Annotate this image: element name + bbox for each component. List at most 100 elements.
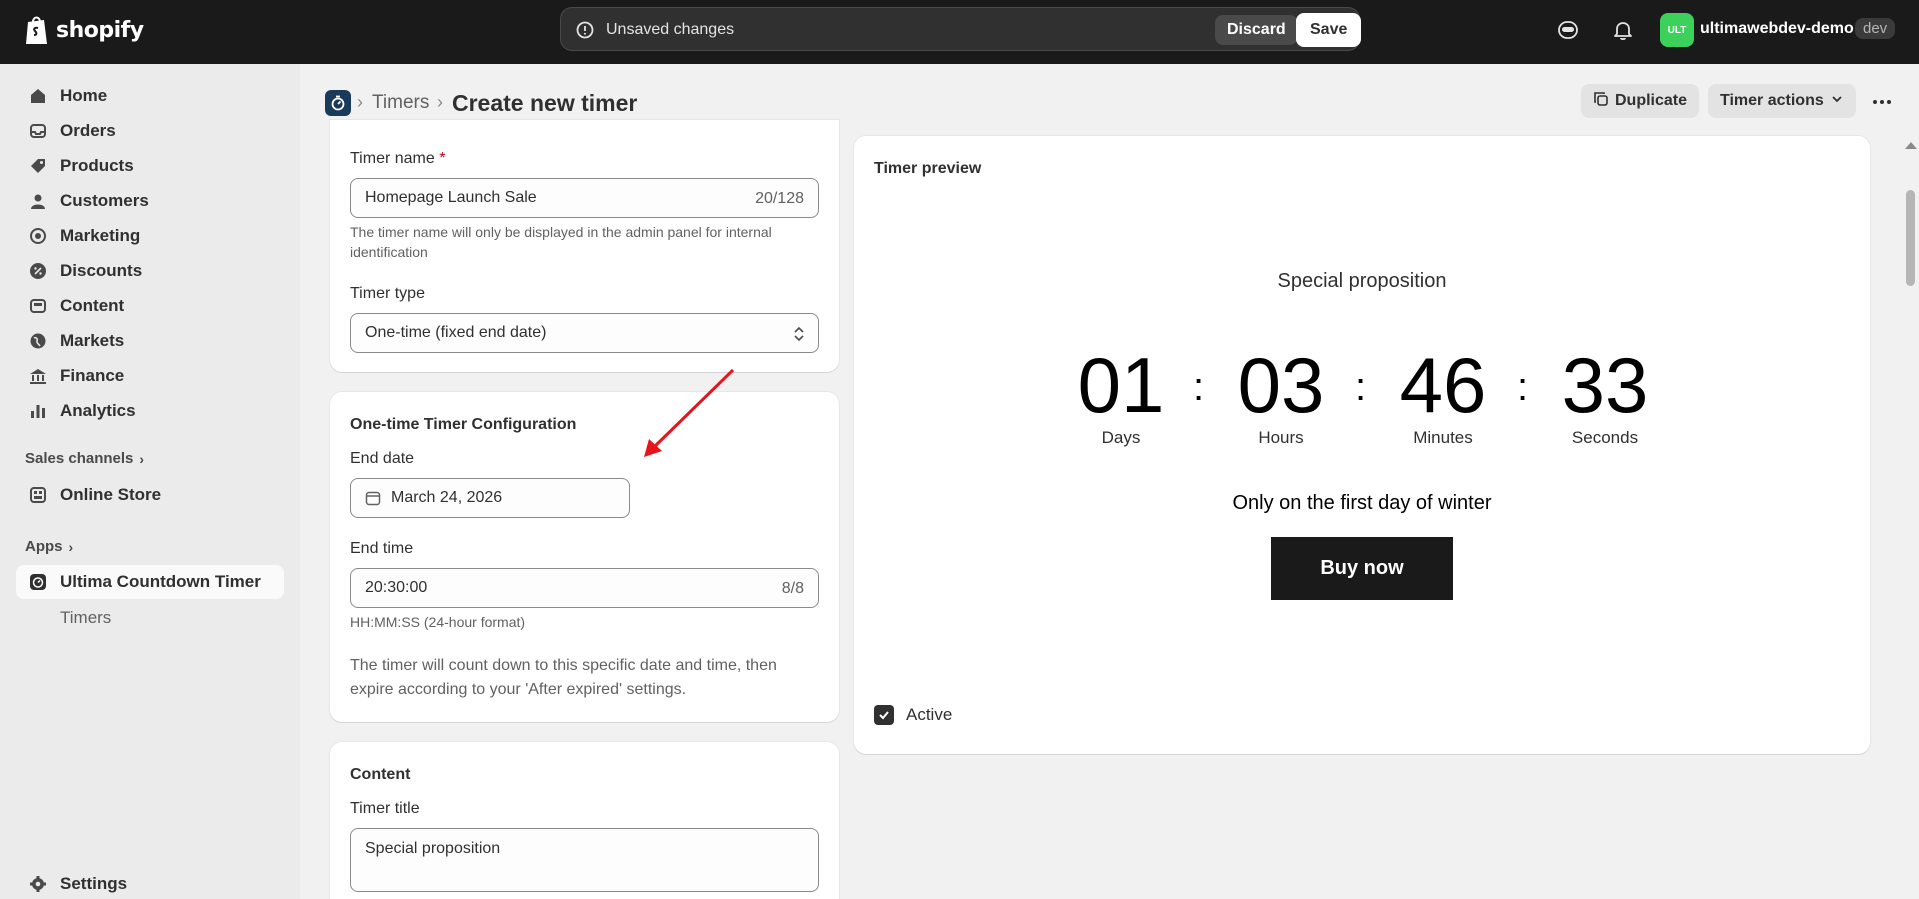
countdown-hours: 03 xyxy=(1237,341,1325,429)
save-button[interactable]: Save xyxy=(1296,13,1362,47)
active-toggle[interactable]: Active xyxy=(874,705,952,725)
more-actions-button[interactable] xyxy=(1866,88,1898,116)
chevron-right-icon: › xyxy=(68,538,74,555)
sidebar-item-settings[interactable]: Settings xyxy=(16,867,284,899)
target-icon xyxy=(28,226,48,246)
sidebar-item-label: Discounts xyxy=(60,261,143,280)
sidebar-item-timers[interactable]: Timers xyxy=(60,608,111,628)
preview-subheading: Only on the first day of winter xyxy=(1232,492,1492,514)
config-title: One-time Timer Configuration xyxy=(350,416,577,433)
chevron-down-icon xyxy=(1830,92,1844,111)
sales-channels-label: Sales channels xyxy=(25,450,134,467)
sidebar-item-analytics[interactable]: Analytics xyxy=(16,394,284,428)
store-env-badge: dev xyxy=(1855,18,1896,39)
content-card: Content Timer title Special proposition xyxy=(330,742,839,899)
minutes-label: Minutes xyxy=(1413,428,1473,447)
timer-type-label: Timer type xyxy=(350,285,425,302)
globe-icon xyxy=(28,331,48,351)
breadcrumb-separator: › xyxy=(357,92,363,112)
calendar-icon xyxy=(365,491,381,506)
sidebar: Home Orders Products Customers Marketing… xyxy=(0,64,300,899)
sidebar-item-content[interactable]: Content xyxy=(16,289,284,323)
timer-name-label-text: Timer name xyxy=(350,150,435,167)
select-arrows-icon xyxy=(794,326,804,342)
sidebar-item-label: Ultima Countdown Timer xyxy=(60,572,261,591)
store-icon xyxy=(28,485,48,505)
sidebar-item-label: Finance xyxy=(60,366,125,385)
sidebar-item-products[interactable]: Products xyxy=(16,149,284,183)
bell-icon[interactable] xyxy=(1609,16,1637,44)
end-date-value: March 24, 2026 xyxy=(391,489,503,506)
store-avatar[interactable]: ULT xyxy=(1660,13,1694,47)
timer-title-value: Special proposition xyxy=(365,840,501,857)
timer-actions-label: Timer actions xyxy=(1720,92,1824,109)
sidebar-item-marketing[interactable]: Marketing xyxy=(16,219,284,253)
timer-name-char-count: 20/128 xyxy=(755,190,804,207)
timer-actions-button[interactable]: Timer actions xyxy=(1708,84,1856,118)
seconds-label: Seconds xyxy=(1571,428,1639,447)
sidebar-item-markets[interactable]: Markets xyxy=(16,324,284,358)
unsaved-changes-text: Unsaved changes xyxy=(606,21,735,38)
apps-section[interactable]: Apps › xyxy=(25,538,73,555)
app-breadcrumb-icon[interactable] xyxy=(325,90,351,116)
chevron-right-icon: › xyxy=(139,450,145,467)
content-icon xyxy=(28,296,48,316)
sidekick-icon[interactable] xyxy=(1554,16,1582,44)
home-icon xyxy=(28,86,48,106)
end-time-char-count: 8/8 xyxy=(781,580,804,597)
sidebar-item-discounts[interactable]: Discounts xyxy=(16,254,284,288)
sidebar-item-label: Customers xyxy=(60,191,149,210)
timer-name-input[interactable]: Homepage Launch Sale 20/128 xyxy=(350,178,819,218)
timer-type-value: One-time (fixed end date) xyxy=(365,324,547,341)
checkmark-icon xyxy=(879,711,889,720)
countdown-separator: : xyxy=(1517,365,1529,409)
sidebar-item-finance[interactable]: Finance xyxy=(16,359,284,393)
preview-heading: Special proposition xyxy=(1277,270,1447,292)
countdown-seconds: 33 xyxy=(1561,341,1649,429)
end-time-value: 20:30:00 xyxy=(365,579,428,596)
unsaved-changes-bar: Unsaved changes Discard Save xyxy=(560,7,1362,51)
apps-label: Apps xyxy=(25,538,63,555)
active-label: Active xyxy=(906,705,953,724)
alert-circle-icon xyxy=(576,21,594,39)
sidebar-item-ultima-countdown-timer[interactable]: Ultima Countdown Timer xyxy=(16,565,284,599)
shopify-logo[interactable]: shopify xyxy=(24,14,144,46)
end-date-picker[interactable]: March 24, 2026 xyxy=(350,478,630,518)
store-name[interactable]: ultimawebdev-demo xyxy=(1700,20,1854,38)
sidebar-item-label: Content xyxy=(60,296,125,315)
sidebar-item-label: Markets xyxy=(60,331,125,350)
inbox-icon xyxy=(28,121,48,141)
discard-button[interactable]: Discard xyxy=(1215,15,1298,45)
duplicate-button[interactable]: Duplicate xyxy=(1581,84,1700,118)
timer-preview-card xyxy=(854,136,1870,754)
scroll-up-arrow[interactable] xyxy=(1905,142,1917,149)
sidebar-item-label: Analytics xyxy=(60,401,136,420)
sales-channels-section[interactable]: Sales channels › xyxy=(25,450,144,467)
one-time-config-card: One-time Timer Configuration End date Ma… xyxy=(330,392,839,722)
scrollbar-thumb[interactable] xyxy=(1906,190,1915,286)
active-checkbox[interactable] xyxy=(874,705,894,725)
buy-now-button[interactable]: Buy now xyxy=(1271,537,1453,600)
shopify-wordmark: shopify xyxy=(56,17,144,43)
tag-icon xyxy=(28,156,48,176)
timer-name-value: Homepage Launch Sale xyxy=(365,189,537,206)
countdown-minutes: 46 xyxy=(1399,341,1487,429)
breadcrumb-timers[interactable]: Timers xyxy=(372,92,429,114)
timer-type-select[interactable]: One-time (fixed end date) xyxy=(350,313,819,353)
gear-icon xyxy=(28,874,48,894)
end-time-input[interactable]: 20:30:00 8/8 xyxy=(350,568,819,608)
sidebar-item-label: Orders xyxy=(60,121,116,140)
end-time-help: HH:MM:SS (24-hour format) xyxy=(350,614,526,630)
shopify-bag-icon xyxy=(26,16,47,44)
sidebar-item-orders[interactable]: Orders xyxy=(16,114,284,148)
countdown-days: 01 xyxy=(1077,341,1165,429)
sidebar-item-customers[interactable]: Customers xyxy=(16,184,284,218)
config-note: The timer will count down to this specif… xyxy=(350,657,777,698)
days-label: Days xyxy=(1101,428,1141,447)
countdown-separator: : xyxy=(1355,365,1367,409)
timer-title-textarea[interactable]: Special proposition xyxy=(350,828,819,892)
sidebar-item-home[interactable]: Home xyxy=(16,79,284,113)
sidebar-item-online-store[interactable]: Online Store xyxy=(16,478,284,512)
person-icon xyxy=(28,191,48,211)
top-bar: shopify Unsaved changes Discard Save ULT… xyxy=(0,0,1919,64)
